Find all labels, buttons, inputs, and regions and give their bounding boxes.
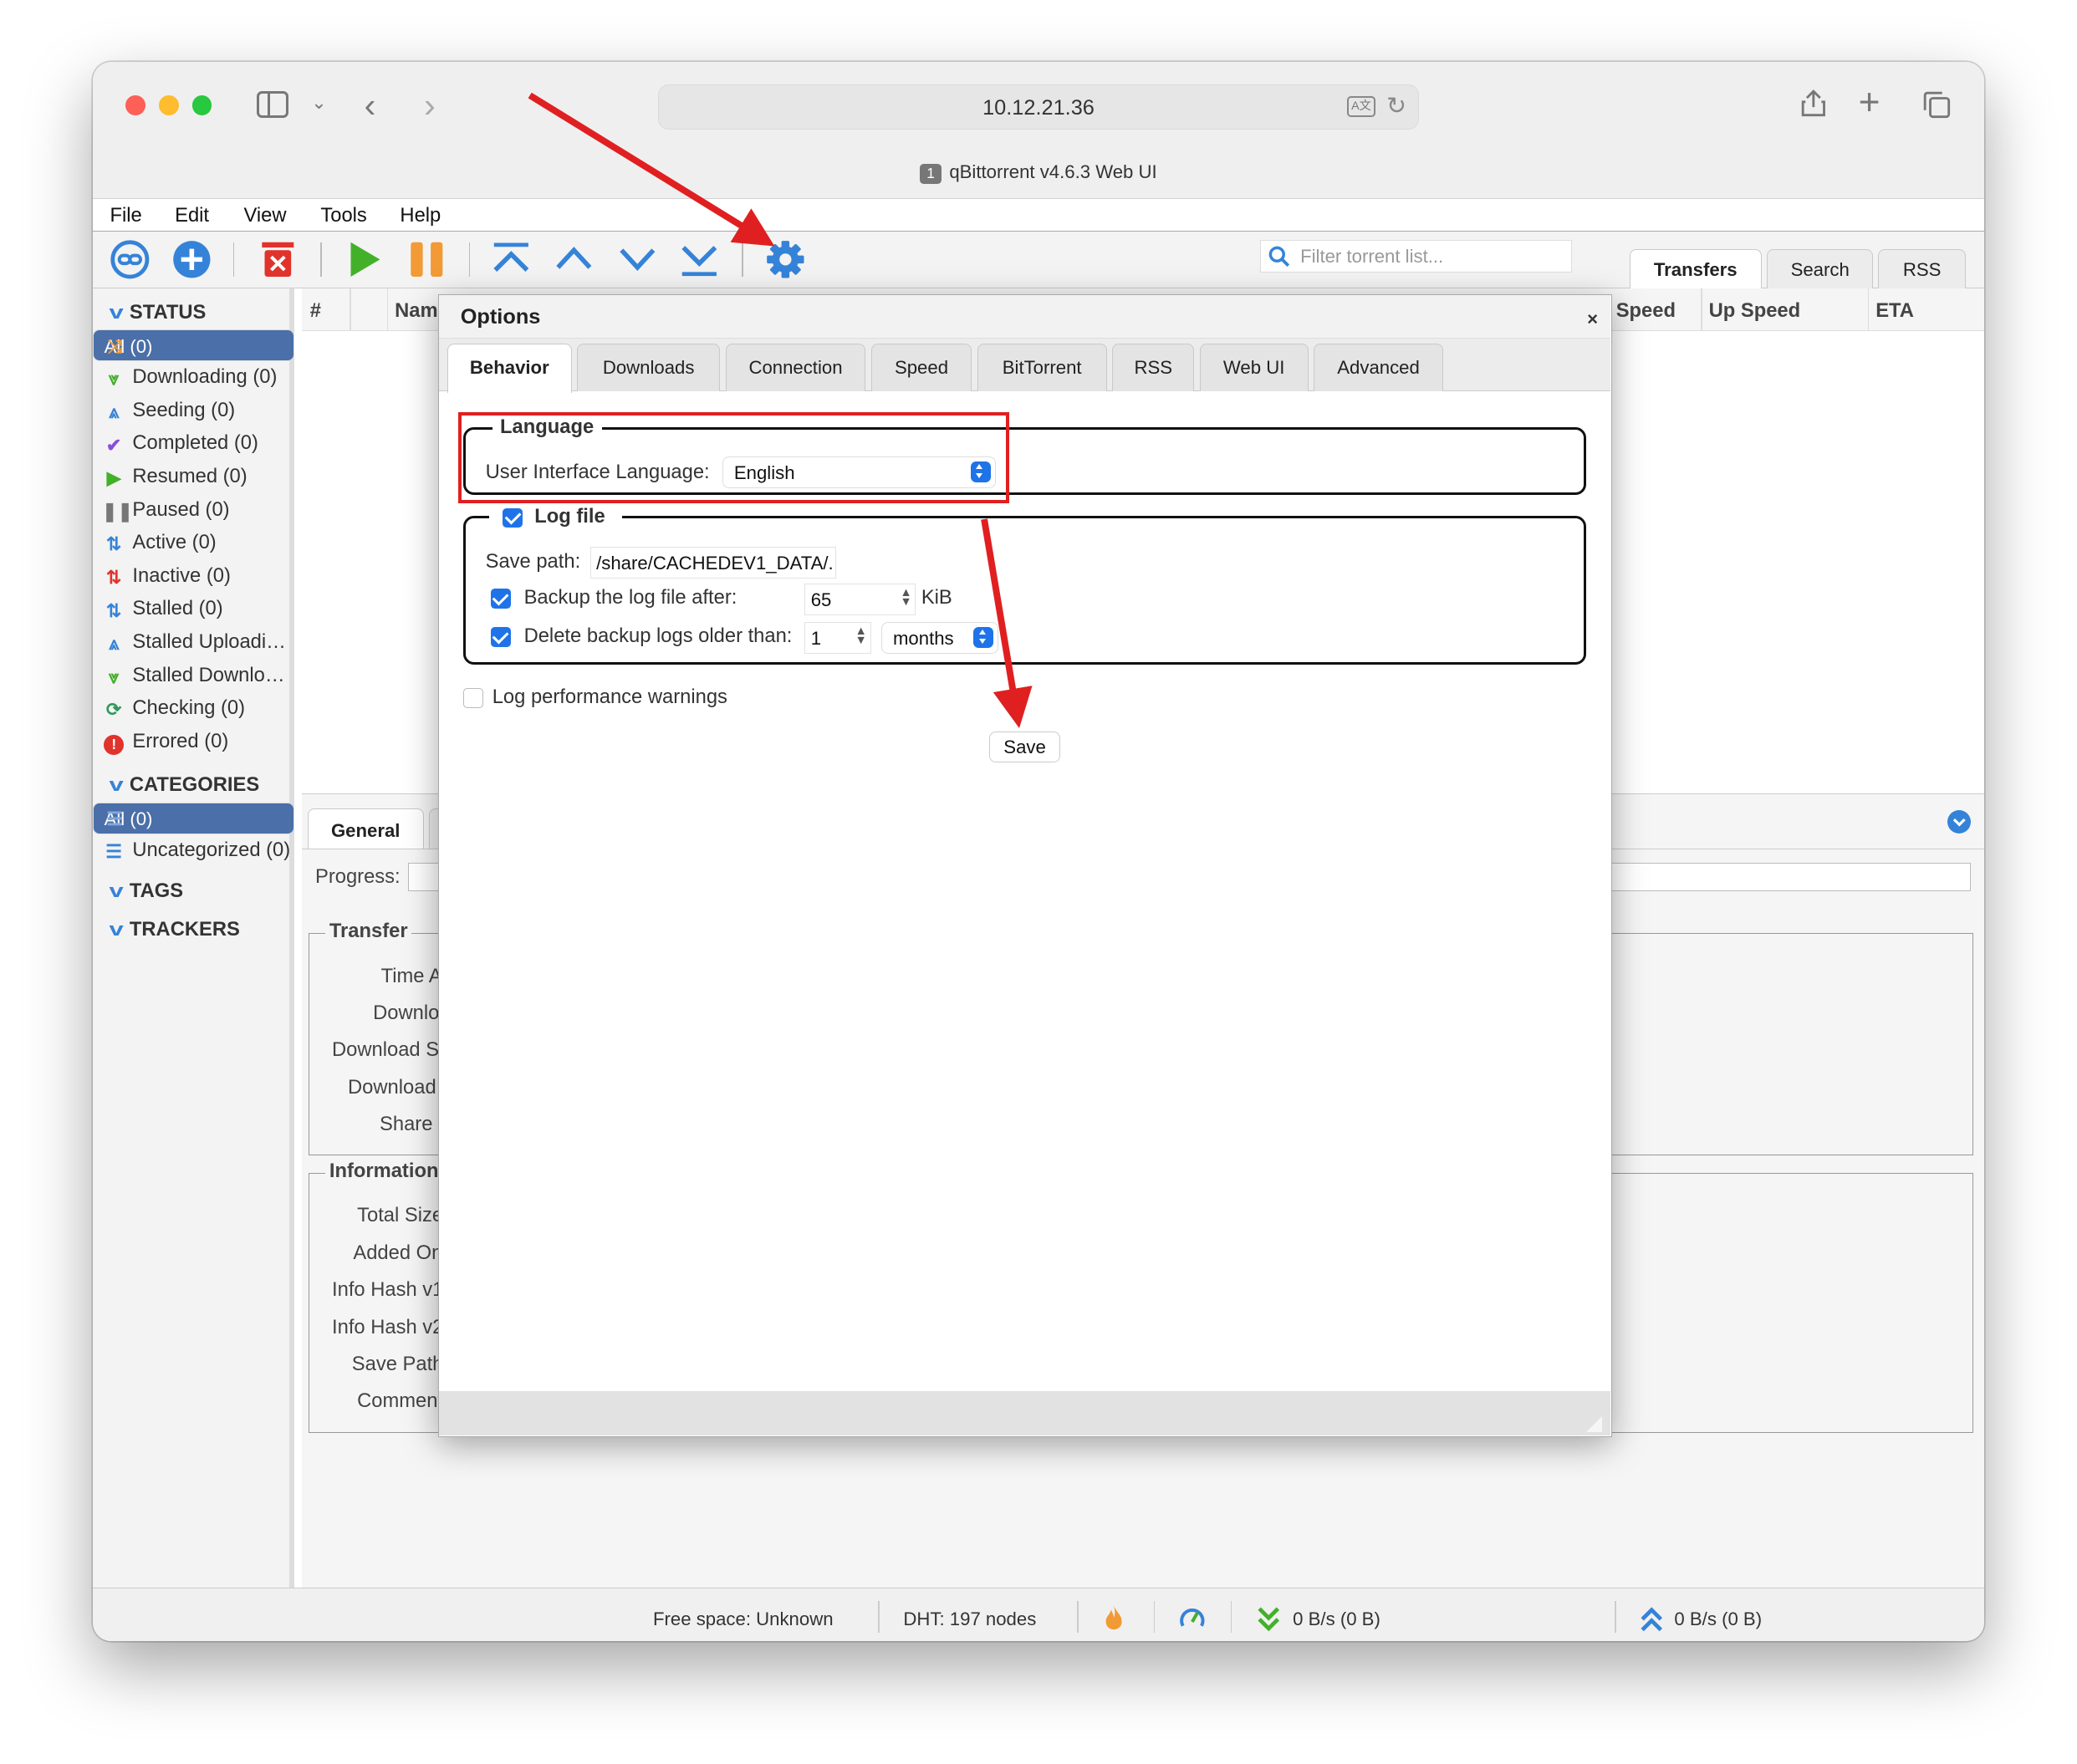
annotation-arrow-to-save [981,518,1033,728]
annotation-arrows [528,92,1033,728]
annotation-arrow-to-gear [528,92,775,247]
